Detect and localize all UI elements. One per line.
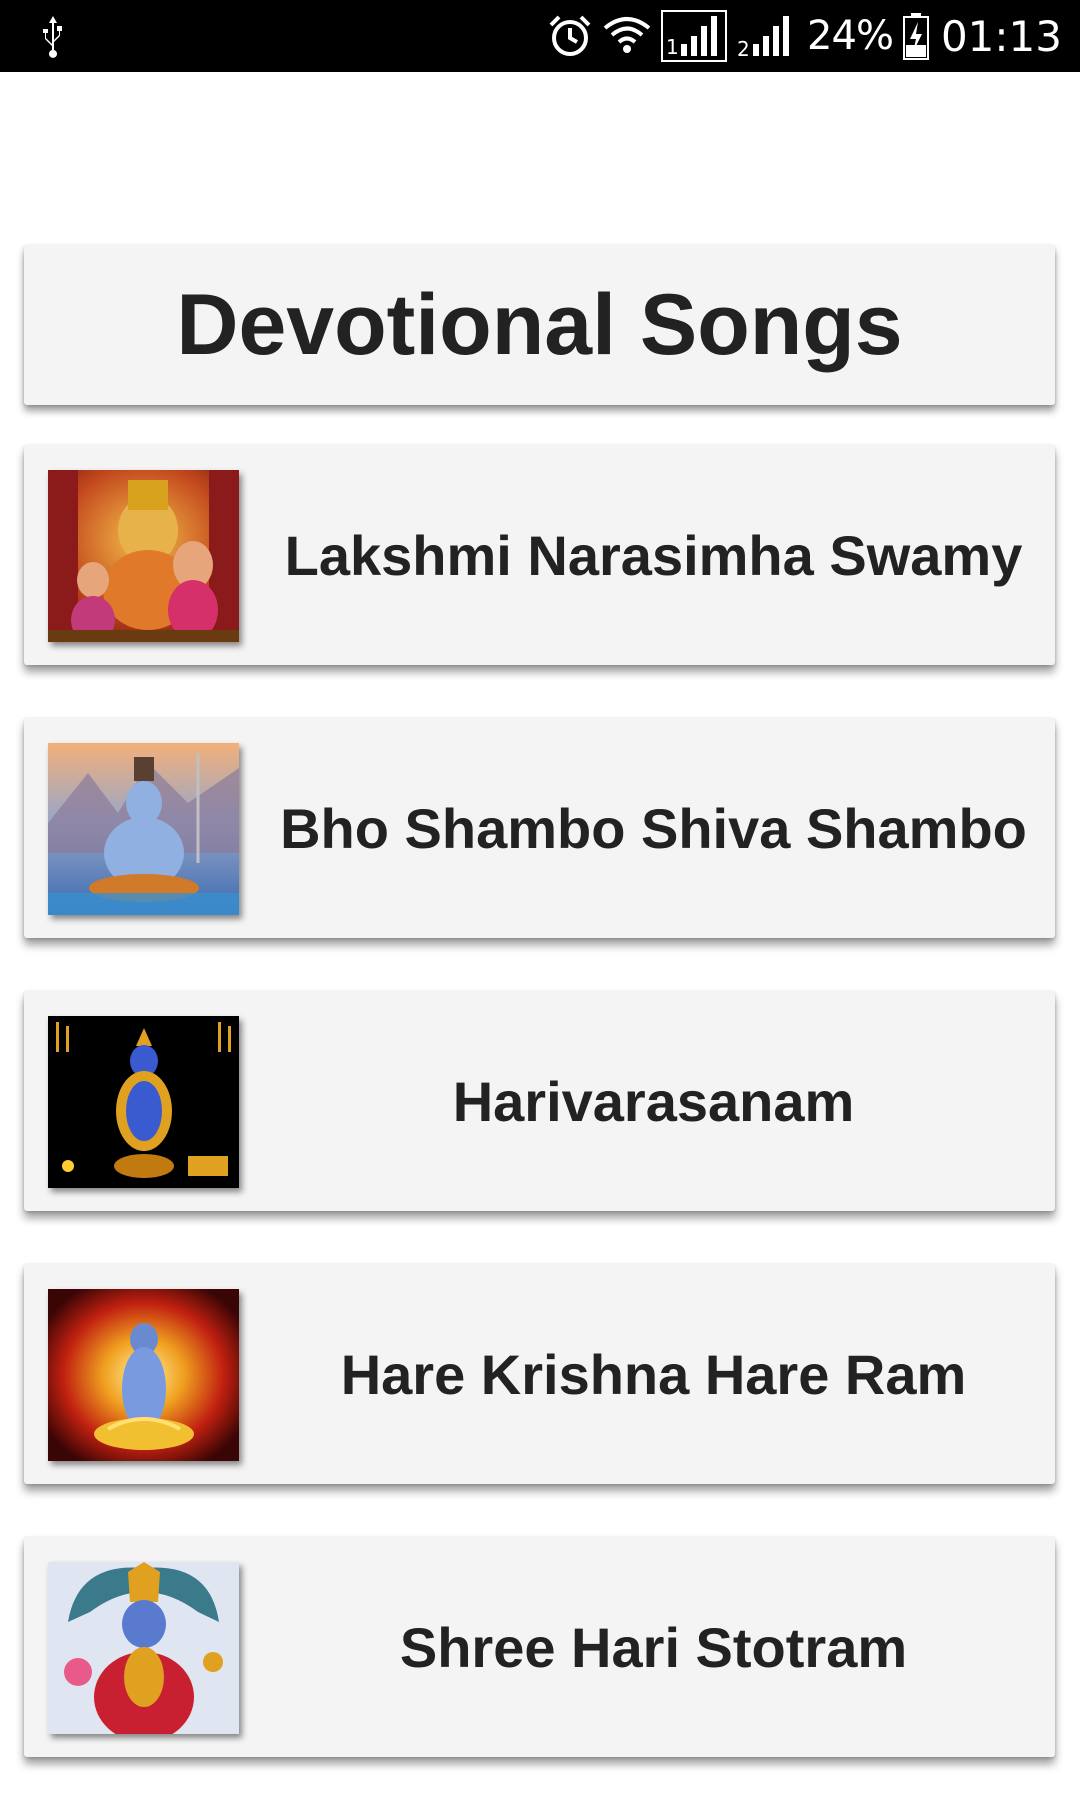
vishnu-thumbnail <box>48 1562 239 1734</box>
song-title: Bho Shambo Shiva Shambo <box>280 796 1027 860</box>
clock: 01:13 <box>940 11 1062 61</box>
wifi-icon <box>603 17 651 53</box>
header-card: Devotional Songs <box>24 245 1055 405</box>
sim1-signal-icon: 1 <box>661 10 728 62</box>
song-item-shiva[interactable]: Bho Shambo Shiva Shambo <box>24 718 1055 938</box>
battery-percent: 24% <box>807 13 894 59</box>
svg-text:1: 1 <box>666 35 679 59</box>
sim2-signal-icon: 2 <box>737 16 790 61</box>
status-bar: 1 2 24% 01:13 <box>0 0 1080 72</box>
battery-charging-icon <box>902 13 929 60</box>
krishna-thumbnail <box>48 1289 239 1461</box>
song-item-harivarasanam[interactable]: Harivarasanam <box>24 991 1055 1211</box>
alarm-icon <box>549 15 591 56</box>
lakshmi-narasimha-thumbnail <box>48 470 239 642</box>
song-title: Lakshmi Narasimha Swamy <box>284 523 1023 587</box>
svg-text:2: 2 <box>737 37 750 61</box>
song-item-hare-krishna[interactable]: Hare Krishna Hare Ram <box>24 1264 1055 1484</box>
ayyappa-thumbnail <box>48 1016 239 1188</box>
song-title: Hare Krishna Hare Ram <box>340 1342 967 1406</box>
song-item-lakshmi-narasimha[interactable]: Lakshmi Narasimha Swamy <box>24 445 1055 665</box>
song-title: Harivarasanam <box>452 1069 855 1133</box>
shiva-thumbnail <box>48 743 239 915</box>
song-title: Shree Hari Stotram <box>399 1615 908 1679</box>
page-title: Devotional Songs <box>176 276 903 373</box>
song-item-shree-hari[interactable]: Shree Hari Stotram <box>24 1537 1055 1757</box>
usb-icon <box>43 16 62 58</box>
